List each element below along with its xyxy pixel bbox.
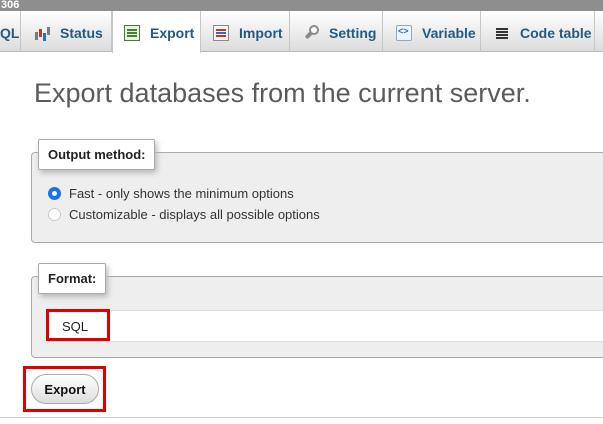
code-table-icon [494, 25, 510, 41]
tab-import-label: Import [239, 24, 283, 41]
radio-customizable-label: Customizable - displays all possible opt… [69, 207, 320, 222]
server-tab-bar: QL Status Export Import Setting Variable… [0, 11, 603, 53]
status-chart-icon [34, 25, 50, 41]
tab-import[interactable]: Import [201, 11, 290, 52]
export-icon [124, 25, 140, 41]
tab-sql[interactable]: QL [0, 11, 21, 52]
format-legend: Format: [38, 263, 107, 294]
tab-overflow[interactable] [595, 11, 603, 52]
tab-export[interactable]: Export [112, 11, 201, 53]
tab-setting[interactable]: Setting [290, 11, 383, 52]
radio-fast-control[interactable] [48, 187, 61, 200]
import-icon [213, 24, 229, 41]
radio-customizable-control[interactable] [48, 208, 61, 221]
format-select[interactable]: SQL [47, 310, 603, 342]
radio-fast-label: Fast - only shows the minimum options [69, 186, 294, 201]
export-highlight-box [23, 366, 106, 412]
window-title-bar: 306 [0, 0, 603, 11]
tab-sql-label: QL [0, 24, 20, 41]
window-title: 306 [1, 0, 20, 11]
format-fieldset: Format: SQL [31, 263, 603, 358]
tab-export-label: Export [150, 25, 195, 41]
page-title: Export databases from the current server… [34, 78, 531, 108]
tab-setting-label: Setting [329, 24, 377, 41]
tab-code-table-label: Code table [520, 24, 592, 41]
sql-highlight-box [46, 309, 110, 341]
output-method-fieldset: Output method: Fast - only shows the min… [31, 139, 603, 243]
tab-variable[interactable]: Variable [383, 11, 481, 52]
radio-option-customizable[interactable]: Customizable - displays all possible opt… [48, 207, 320, 222]
tab-status-label: Status [60, 24, 103, 41]
wrench-icon [303, 24, 319, 41]
tab-status[interactable]: Status [21, 11, 112, 52]
tab-variable-label: Variable [422, 24, 476, 41]
variable-icon [396, 24, 412, 41]
radio-option-fast[interactable]: Fast - only shows the minimum options [48, 186, 294, 201]
divider [0, 417, 603, 418]
output-method-legend: Output method: [38, 139, 156, 170]
tab-code-table[interactable]: Code table [481, 11, 595, 52]
